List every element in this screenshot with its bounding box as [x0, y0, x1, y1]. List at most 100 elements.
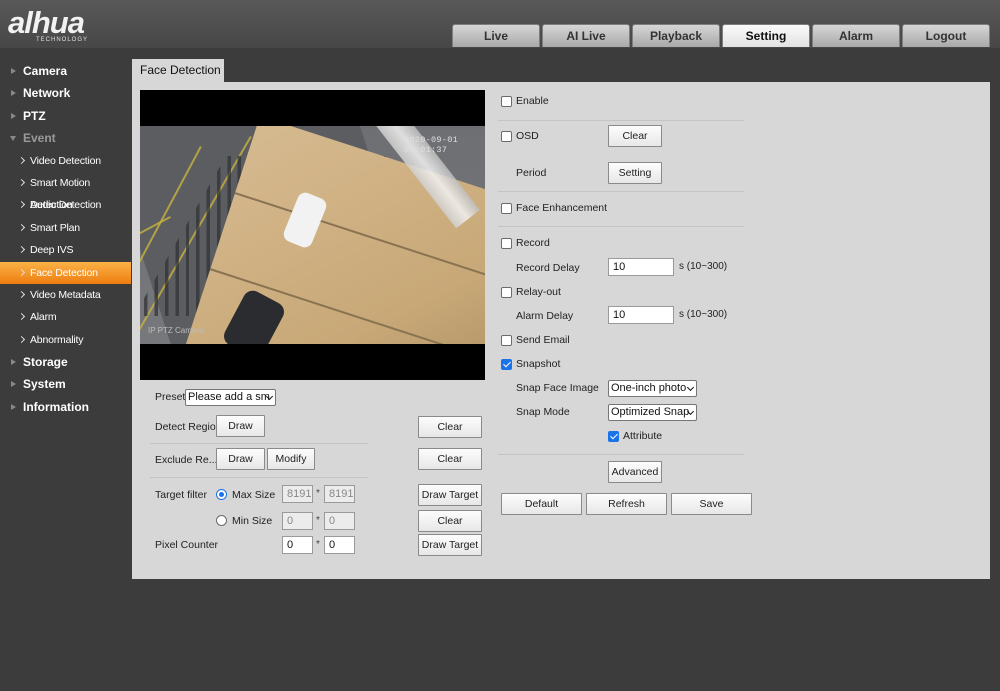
chevron-right-icon	[17, 313, 26, 321]
nav-tab-setting[interactable]: Setting	[722, 24, 810, 47]
record-delay-range: s (10~300)	[679, 261, 728, 272]
attribute-checkbox[interactable]	[608, 431, 619, 442]
nav-tab-logout[interactable]: Logout	[902, 24, 990, 47]
sidebar-item-information[interactable]: Information	[0, 396, 131, 418]
sidebar-subitem-audio-detection[interactable]: Audio Detection	[0, 194, 131, 216]
caret-right-icon	[11, 90, 16, 97]
exclude-region-clear-button[interactable]: Clear	[418, 448, 482, 470]
sidebar-subitem-abnormality[interactable]: Abnormality	[0, 329, 131, 351]
record-delay-input[interactable]: 10	[608, 258, 674, 276]
sidebar-subitem-video-metadata[interactable]: Video Metadata	[0, 284, 131, 306]
sidebar-subitem-label: Alarm	[30, 311, 57, 324]
max-size-height-input[interactable]: 8191	[324, 485, 355, 503]
sidebar-item-label: Network	[23, 86, 71, 101]
snapshot-checkbox[interactable]	[501, 359, 512, 370]
detect-region-clear-button[interactable]: Clear	[418, 416, 482, 438]
detect-region-draw-button[interactable]: Draw	[216, 415, 265, 437]
sidebar-item-label: System	[23, 377, 66, 392]
exclude-region-modify-button[interactable]: Modify	[267, 448, 315, 470]
attribute-label: Attribute	[623, 430, 663, 442]
sidebar-subitem-label: Smart Plan	[30, 221, 80, 234]
record-label: Record	[516, 237, 550, 249]
chevron-right-icon	[17, 178, 26, 186]
snap-face-image-select[interactable]: One-inch photo	[608, 380, 697, 397]
exclude-region-draw-button[interactable]: Draw	[216, 448, 265, 470]
snap-face-image-label: Snap Face Image	[516, 382, 599, 394]
caret-right-icon	[11, 359, 16, 366]
max-size-draw-target-button[interactable]: Draw Target	[418, 484, 482, 506]
chevron-right-icon	[17, 246, 26, 254]
target-filter-clear-button[interactable]: Clear	[418, 510, 482, 532]
refresh-button[interactable]: Refresh	[586, 493, 667, 515]
pixel-counter-draw-target-button[interactable]: Draw Target	[418, 534, 482, 556]
tab-face-detection[interactable]: Face Detection	[132, 59, 224, 82]
sidebar-subitem-face-detection[interactable]: Face Detection	[0, 261, 131, 284]
sidebar-item-ptz[interactable]: PTZ	[0, 105, 131, 127]
nav-tab-alarm[interactable]: Alarm	[812, 24, 900, 47]
advanced-button[interactable]: Advanced	[608, 461, 662, 483]
divider	[498, 226, 744, 227]
sidebar-item-label: PTZ	[23, 108, 46, 123]
target-filter-label: Target filter	[155, 489, 207, 501]
video-preview[interactable]: 2020-09-01 07:01:37 IP PTZ Camera	[140, 90, 485, 380]
relay-out-checkbox[interactable]	[501, 287, 512, 298]
min-size-radio[interactable]	[216, 515, 227, 526]
record-checkbox[interactable]	[501, 238, 512, 249]
preset-select[interactable]: Please add a sm	[185, 389, 276, 406]
nav-tab-live[interactable]: Live	[452, 24, 540, 47]
snap-mode-label: Snap Mode	[516, 406, 570, 418]
chevron-right-icon	[17, 290, 26, 298]
caret-right-icon	[11, 403, 16, 410]
alarm-delay-input[interactable]: 10	[608, 306, 674, 324]
divider	[498, 120, 744, 121]
sidebar-item-label: Camera	[23, 64, 68, 78]
osd-checkbox[interactable]	[501, 131, 512, 142]
snap-mode-value: Optimized Snap	[611, 406, 690, 418]
sidebar-subitem-smart-plan[interactable]: Smart Plan	[0, 217, 131, 239]
face-enhancement-checkbox[interactable]	[501, 203, 512, 214]
osd-clear-button[interactable]: Clear	[608, 125, 662, 147]
face-detection-panel: 2020-09-01 07:01:37 IP PTZ Camera Preset…	[132, 82, 990, 579]
snap-mode-select[interactable]: Optimized Snap	[608, 404, 697, 421]
chevron-right-icon	[17, 268, 26, 276]
sidebar-subitem-deep-ivs[interactable]: Deep IVS	[0, 239, 131, 261]
sidebar-subitem-alarm[interactable]: Alarm	[0, 306, 131, 328]
main-nav: Live AI Live Playback Setting Alarm Logo…	[452, 24, 990, 47]
sidebar-subitem-label: Video Detection	[30, 154, 101, 167]
nav-tab-ai-live[interactable]: AI Live	[542, 24, 630, 47]
brand-logo: alhua TECHNOLOGY	[8, 6, 120, 46]
max-size-width-input[interactable]: 8191	[282, 485, 313, 503]
default-button[interactable]: Default	[501, 493, 582, 515]
sidebar-subitem-smart-motion-detection[interactable]: Smart Motion Detection	[0, 172, 131, 211]
min-size-width-input[interactable]: 0	[282, 512, 313, 530]
chevron-right-icon	[17, 335, 26, 343]
top-header: alhua TECHNOLOGY Live AI Live Playback S…	[0, 0, 1000, 48]
max-size-radio[interactable]	[216, 489, 227, 500]
preset-label: Preset	[155, 391, 186, 403]
period-setting-button[interactable]: Setting	[608, 162, 662, 184]
send-email-checkbox[interactable]	[501, 335, 512, 346]
sidebar-item-system[interactable]: System	[0, 373, 131, 395]
sidebar-item-network[interactable]: Network	[0, 82, 131, 104]
nav-tab-playback[interactable]: Playback	[632, 24, 720, 47]
save-button[interactable]: Save	[671, 493, 752, 515]
pixel-counter-height-input[interactable]: 0	[324, 536, 355, 554]
separator-asterisk: *	[316, 488, 320, 499]
max-size-label: Max Size	[232, 489, 276, 501]
relay-out-label: Relay-out	[516, 286, 561, 298]
sidebar-item-event[interactable]: Event	[0, 127, 131, 149]
alarm-delay-label: Alarm Delay	[516, 310, 574, 322]
enable-checkbox[interactable]	[501, 96, 512, 107]
alarm-delay-range: s (10~300)	[679, 309, 728, 320]
camera-scene	[140, 126, 485, 344]
divider	[498, 454, 744, 455]
sidebar-item-storage[interactable]: Storage	[0, 351, 131, 373]
sidebar-subitem-video-detection[interactable]: Video Detection	[0, 150, 131, 172]
record-delay-label: Record Delay	[516, 262, 580, 274]
enable-label: Enable	[516, 95, 549, 107]
sidebar-item-label: Information	[23, 399, 89, 414]
sidebar-item-camera[interactable]: Camera	[0, 60, 131, 82]
min-size-height-input[interactable]: 0	[324, 512, 355, 530]
snapshot-label: Snapshot	[516, 358, 561, 370]
pixel-counter-width-input[interactable]: 0	[282, 536, 313, 554]
